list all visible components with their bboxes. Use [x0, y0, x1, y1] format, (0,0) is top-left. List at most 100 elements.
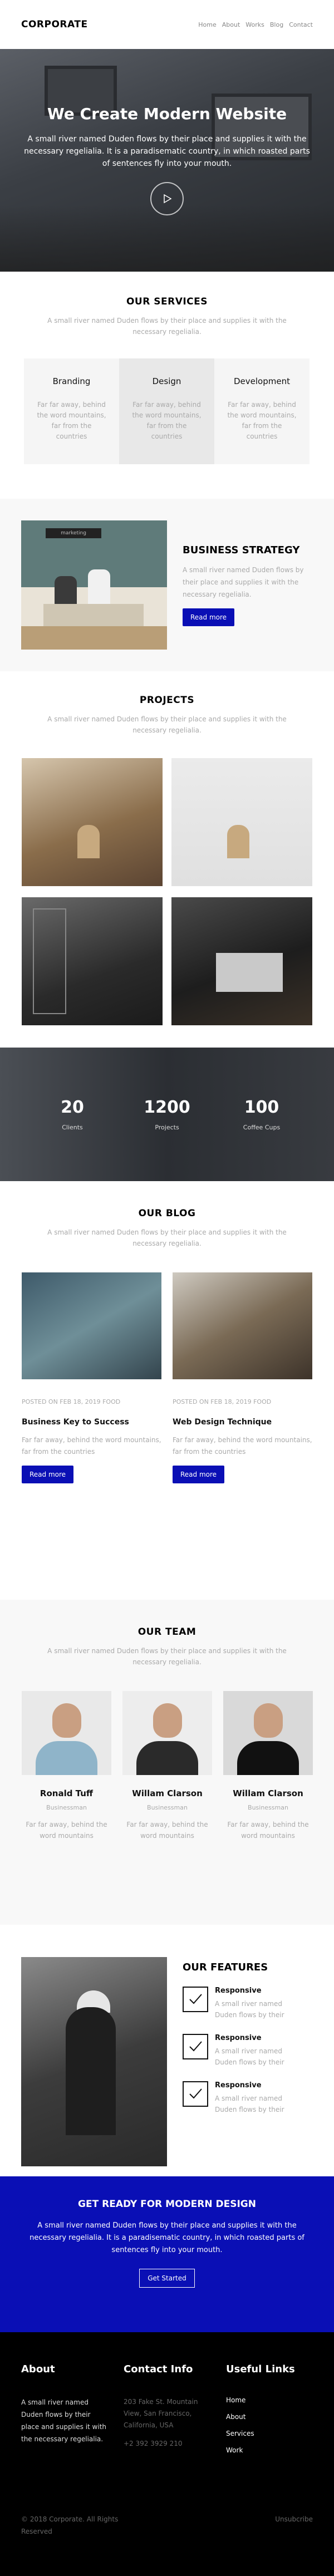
team-title: OUR TEAM [137, 1626, 197, 1638]
footer-about-title: About [21, 2363, 55, 2375]
feature-text: A small river named Duden flows by their [215, 2047, 284, 2066]
blog-post-title[interactable]: Business Key to Success [22, 1418, 161, 1427]
blog-read-more-button[interactable]: Read more [22, 1466, 74, 1483]
footer-columns: About A small river named Duden flows by… [21, 2363, 313, 2463]
service-text: Far far away, behind the word mountains,… [37, 401, 106, 440]
nav-link-home[interactable]: Home [198, 21, 216, 28]
blog-post: POSTED ON FEB 18, 2019 FOOD Business Key… [22, 1272, 161, 1483]
blog-post: POSTED ON FEB 18, 2019 FOOD Web Design T… [173, 1272, 312, 1483]
service-card-branding[interactable]: Branding Far far away, behind the word m… [24, 358, 119, 464]
project-image[interactable] [22, 758, 163, 886]
blog-post-excerpt: Far far away, behind the word mountains,… [173, 1436, 312, 1456]
service-card-design[interactable]: Design Far far away, behind the word mou… [119, 358, 214, 464]
strategy-read-more-button[interactable]: Read more [183, 608, 235, 626]
features-content: OUR FEATURES Responsive A small river na… [183, 1957, 298, 2176]
blog-section: OUR BLOG A small river named Duden flows… [0, 1181, 334, 1600]
footer-link-work[interactable]: Work [226, 2446, 312, 2454]
team-subtitle: A small river named Duden flows by their… [47, 1647, 287, 1666]
footer-link-home[interactable]: Home [226, 2396, 312, 2404]
blog-subtitle: A small river named Duden flows by their… [47, 1228, 287, 1247]
check-icon-svg [189, 2088, 202, 2099]
team-member-photo-body [36, 1741, 97, 1775]
strategy-image-floor [21, 626, 167, 650]
footer: About A small river named Duden flows by… [0, 2332, 334, 2576]
nav-link-about[interactable]: About [222, 21, 240, 28]
feature-text: A small river named Duden flows by their [215, 2000, 284, 2019]
feature-body: Responsive A small river named Duden flo… [215, 2081, 298, 2115]
check-icon [183, 2034, 208, 2059]
project-image[interactable] [171, 758, 312, 886]
team-member-photo-head [153, 1703, 182, 1738]
footer-links-title: Useful Links [226, 2363, 295, 2375]
strategy-text: A small river named Duden flows by their… [183, 566, 304, 598]
features-image-person [66, 2007, 116, 2135]
project-image[interactable] [171, 897, 312, 1025]
project-image-chair [77, 825, 100, 858]
team-member-text: Far far away, behind the word mountains [26, 1821, 107, 1840]
service-card-development[interactable]: Development Far far away, behind the wor… [214, 358, 310, 464]
strategy-image-table [43, 604, 144, 626]
counter-label: Coffee Cups [243, 1124, 281, 1131]
features-title: OUR FEATURES [183, 1962, 268, 1973]
footer-about: About A small river named Duden flows by… [21, 2363, 107, 2463]
strategy-content: BUSINESS STRATEGY A small river named Du… [183, 544, 312, 626]
strategy-image-sign: marketing [46, 528, 101, 538]
team-member-text: Far far away, behind the word mountains [227, 1821, 309, 1840]
team-member-name: Willam Clarson [233, 1788, 303, 1798]
hero-content: We Create Modern Website A small river n… [0, 49, 334, 272]
footer-link-about[interactable]: About [226, 2413, 312, 2421]
counter-value: 100 [244, 1098, 279, 1117]
team-member-photo-head [52, 1703, 81, 1738]
projects-grid [22, 758, 312, 1025]
features-section: OUR FEATURES Responsive A small river na… [0, 1925, 334, 2176]
project-image[interactable] [22, 897, 163, 1025]
play-button[interactable] [150, 182, 184, 215]
blog-post-image[interactable] [22, 1272, 161, 1379]
nav-link-works[interactable]: Works [245, 21, 264, 28]
counter-label: Projects [155, 1124, 179, 1131]
projects-title: PROJECTS [139, 695, 195, 706]
counter-clients: 20 Clients [36, 1098, 109, 1131]
check-icon-svg [189, 1994, 202, 2004]
team-member-photo-body [136, 1741, 198, 1775]
nav-link-blog[interactable]: Blog [270, 21, 283, 28]
check-icon [183, 2081, 208, 2107]
blog-title: OUR BLOG [138, 1208, 196, 1219]
team-member-text: Far far away, behind the word mountains [126, 1821, 208, 1840]
team-member-photo-head [254, 1703, 283, 1738]
team-members: Ronald Tuff Businessman Far far away, be… [22, 1691, 313, 1841]
copyright: © 2018 Corporate. All Rights Reserved [21, 2515, 119, 2535]
strategy-image: marketing [21, 520, 167, 650]
cta-text: A small river named Duden flows by their… [30, 2221, 304, 2254]
nav-link-contact[interactable]: Contact [289, 21, 313, 28]
services-section: OUR SERVICES A small river named Duden f… [0, 272, 334, 499]
services-subtitle: A small river named Duden flows by their… [47, 317, 287, 336]
counter-coffee: 100 Coffee Cups [225, 1098, 298, 1131]
footer-phone[interactable]: +2 392 3929 210 [124, 2438, 209, 2450]
team-member-role: Businessman [248, 1804, 288, 1811]
team-member-name: Ronald Tuff [40, 1788, 94, 1798]
play-icon [164, 194, 172, 204]
blog-read-more-button[interactable]: Read more [173, 1466, 225, 1483]
service-title: Branding [52, 376, 91, 386]
footer-contact: Contact Info 203 Fake St. Mountain View,… [124, 2363, 209, 2463]
get-started-button[interactable]: Get Started [139, 2269, 195, 2288]
counter-value: 20 [61, 1098, 84, 1117]
footer-link-services[interactable]: Services [226, 2430, 312, 2437]
features-image [21, 1957, 167, 2166]
team-member-role: Businessman [147, 1804, 188, 1811]
brand-logo[interactable]: CORPORATE [21, 19, 88, 30]
unsubscribe-link[interactable]: Unsubcribe [275, 2513, 313, 2538]
blog-post-meta: POSTED ON FEB 18, 2019 FOOD [173, 1398, 272, 1405]
strategy-image-person [88, 569, 110, 608]
footer-links: Useful Links Home About Services Work [226, 2363, 312, 2463]
service-text: Far far away, behind the word mountains,… [227, 401, 297, 440]
feature-body: Responsive A small river named Duden flo… [215, 1987, 298, 2021]
check-icon-svg [189, 2041, 202, 2052]
blog-post-image[interactable] [173, 1272, 312, 1379]
blog-post-title[interactable]: Web Design Technique [173, 1418, 312, 1427]
project-image-laptop [216, 953, 283, 992]
feature-title: Responsive [215, 2081, 262, 2090]
footer-about-text: A small river named Duden flows by their… [21, 2398, 107, 2443]
service-title: Design [152, 376, 181, 386]
